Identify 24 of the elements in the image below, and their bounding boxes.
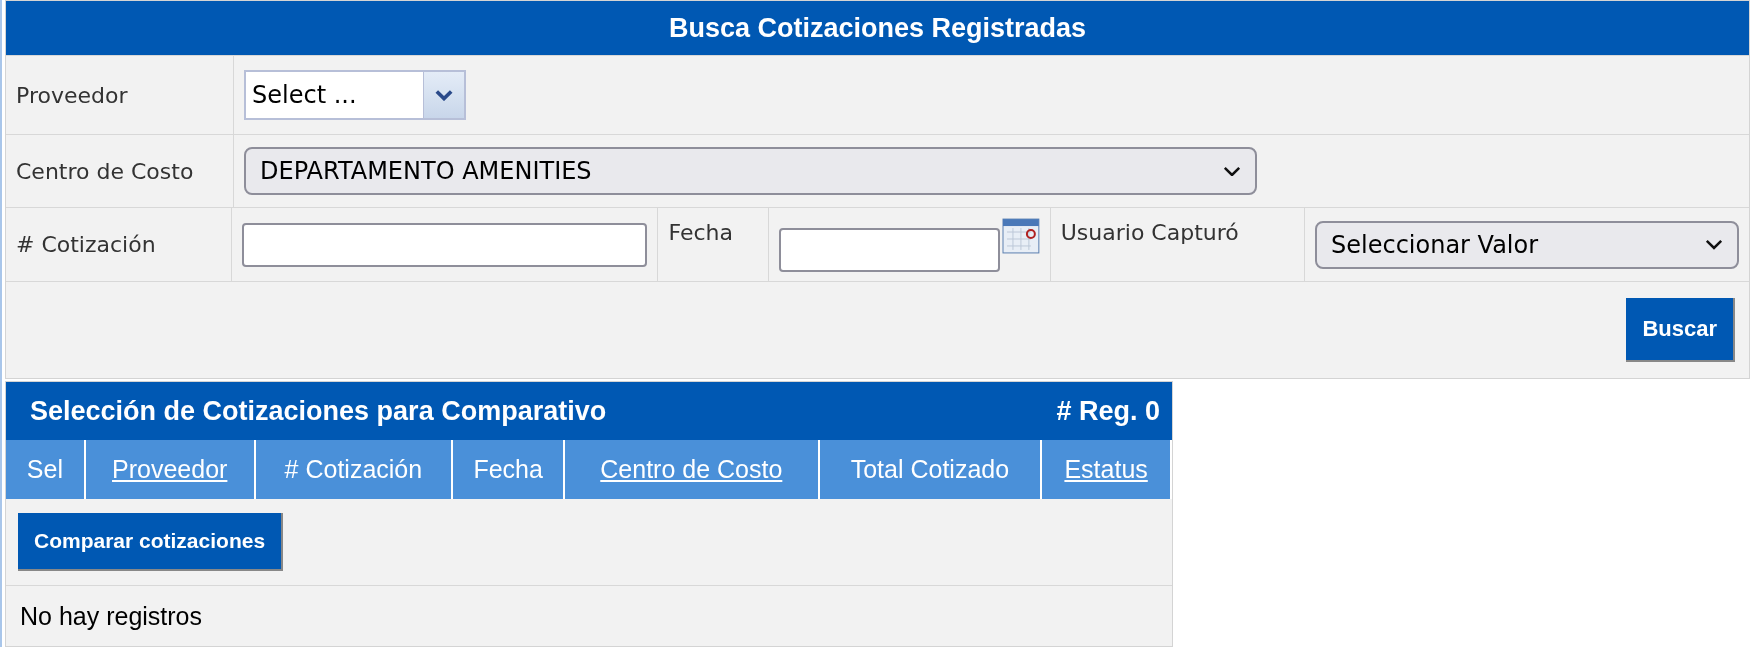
field-label: Centro de Costo — [16, 158, 194, 184]
column-header: Fecha — [453, 440, 566, 499]
field-label: Proveedor — [16, 82, 128, 108]
date-field[interactable] — [778, 227, 1000, 272]
field-label: Fecha — [668, 220, 733, 245]
chevron-down-icon — [1705, 239, 1723, 250]
chevron-down-icon — [435, 89, 453, 101]
chevron-down-icon — [1223, 165, 1241, 177]
quote-number-field[interactable] — [242, 222, 648, 267]
column-header: # Cotización — [255, 440, 454, 499]
field-label: Usuario Capturó — [1060, 220, 1239, 245]
cost-center-select[interactable]: DEPARTAMENTO AMENITIES — [244, 147, 1257, 195]
user-select[interactable]: Seleccionar Valor — [1315, 220, 1739, 269]
supplier-dropdown[interactable]: Select ... — [244, 70, 466, 120]
empty-message: No hay registros — [20, 601, 203, 631]
panel-title: Busca Cotizaciones Registradas — [6, 1, 1749, 55]
record-count: # Reg. 0 — [1056, 395, 1160, 427]
compare-button[interactable]: Comparar cotizaciones — [18, 513, 284, 571]
column-header: Total Cotizado — [819, 440, 1043, 499]
search-button[interactable]: Buscar — [1626, 298, 1735, 362]
column-header: Sel — [6, 440, 86, 499]
results-title: Selección de Cotizaciones para Comparativo — [30, 395, 607, 427]
field-label: # Cotización — [16, 232, 156, 257]
calendar-icon[interactable] — [1001, 218, 1040, 254]
